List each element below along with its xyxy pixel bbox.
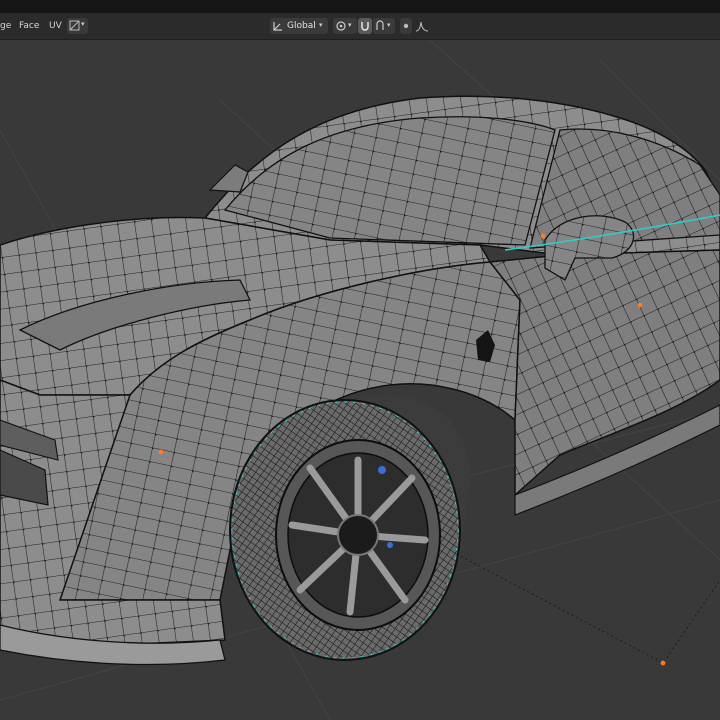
snap-target-dropdown[interactable]: ▾	[373, 18, 395, 34]
falloff-icon	[415, 21, 429, 32]
transform-orientation-icon	[273, 22, 282, 31]
menu-face[interactable]: Face	[19, 21, 39, 31]
menu-edge[interactable]: ge	[0, 21, 11, 31]
chevron-down-icon: ▾	[387, 21, 391, 29]
proportional-editing-toggle[interactable]	[400, 18, 412, 34]
snap-toggle[interactable]	[358, 18, 372, 34]
front-wheel[interactable]	[229, 399, 461, 661]
pivot-icon	[336, 21, 346, 31]
uv-sync-icon	[69, 20, 80, 31]
transform-orientation-dropdown[interactable]: Global ▾	[270, 18, 328, 34]
pivot-point-dropdown[interactable]: ▾	[333, 18, 357, 34]
3d-viewport[interactable]	[0, 40, 720, 720]
proportional-editing-icon	[403, 23, 409, 29]
transform-orientation-label: Global	[287, 21, 316, 31]
chevron-down-icon: ▾	[348, 21, 352, 29]
light-helper-line	[429, 539, 720, 664]
proportional-falloff-dropdown[interactable]	[413, 18, 435, 34]
snap-target-icon	[376, 20, 384, 30]
menu-uv[interactable]: UV	[49, 21, 62, 31]
chevron-down-icon: ▾	[319, 21, 323, 29]
top-menu-bar	[0, 0, 720, 13]
snap-icon	[361, 22, 369, 31]
viewport-header: ge Face UV ▾ Global ▾ ▾ ▾	[0, 13, 720, 40]
viewport-canvas[interactable]	[0, 40, 720, 720]
chevron-down-icon: ▾	[81, 20, 85, 28]
uv-sync-button[interactable]: ▾	[67, 18, 88, 34]
